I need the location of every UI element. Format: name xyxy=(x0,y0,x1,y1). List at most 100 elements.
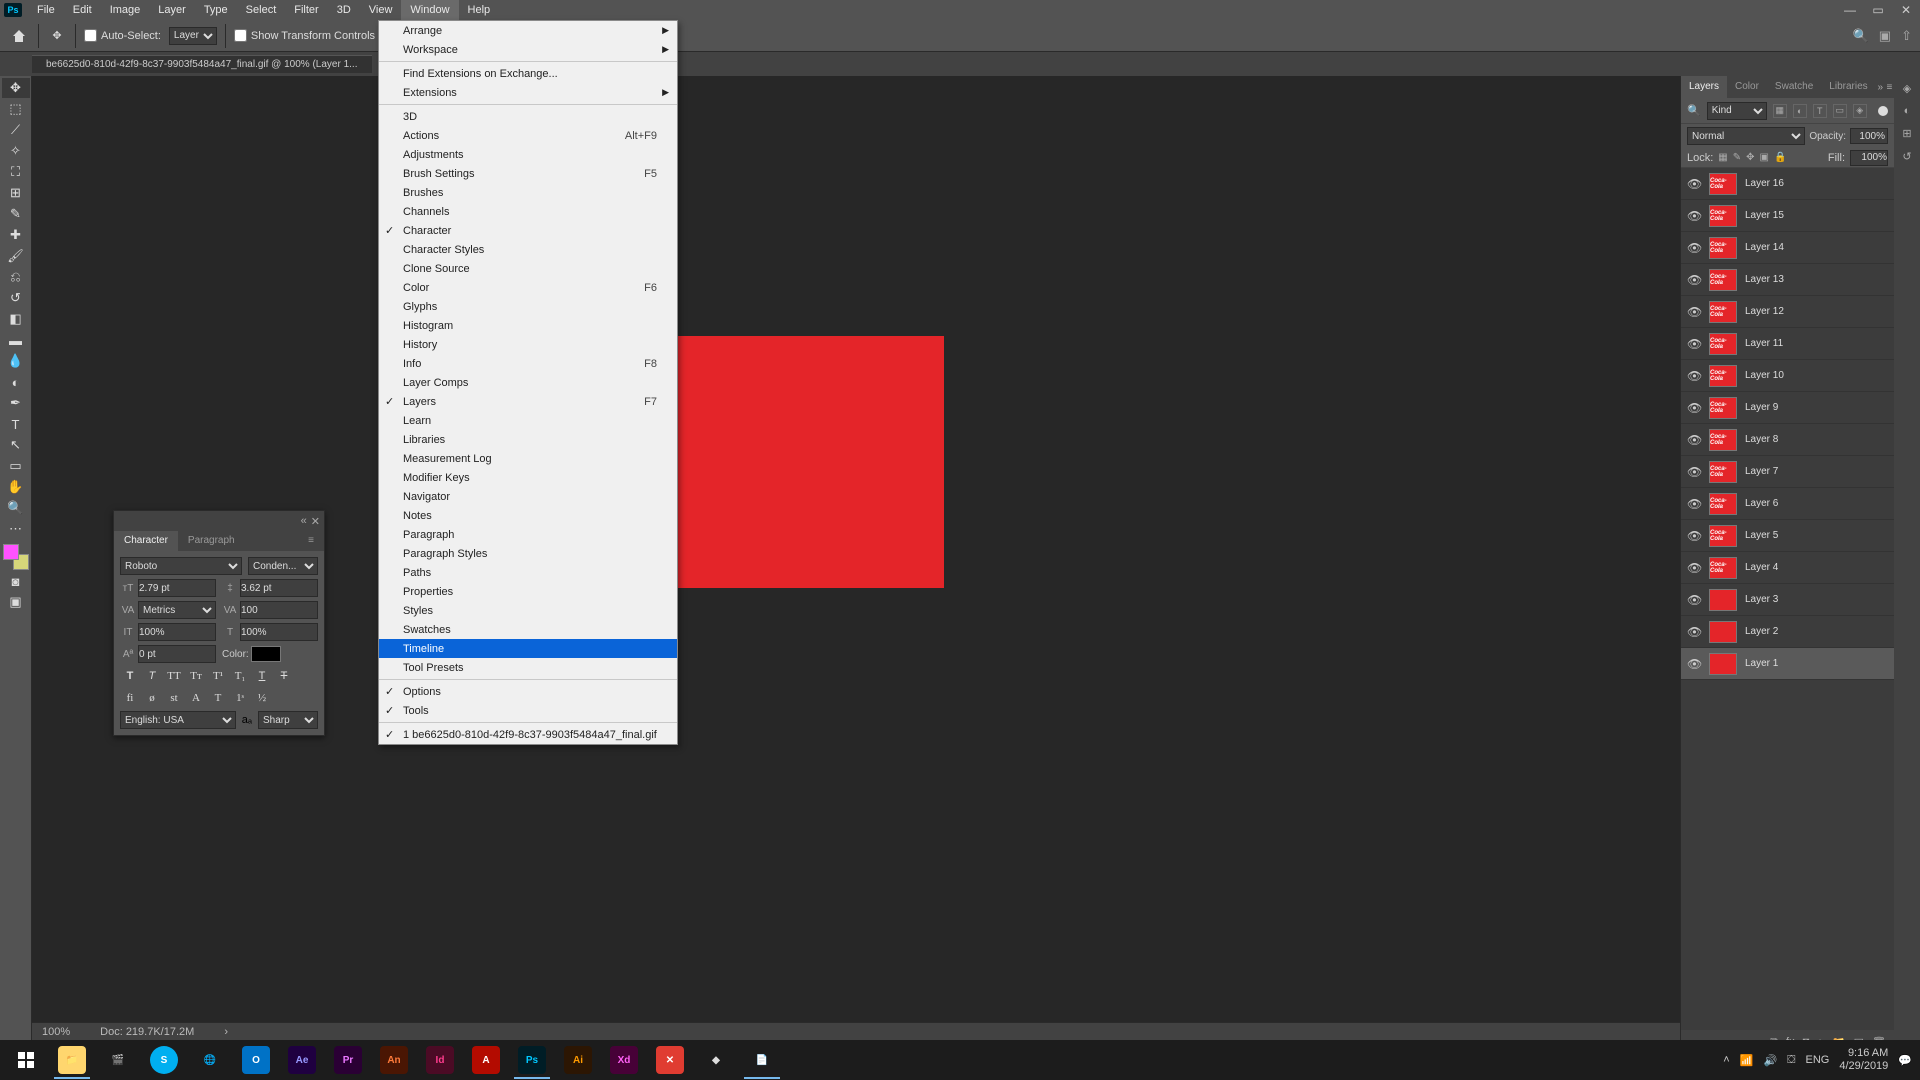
status-arrow-icon[interactable]: › xyxy=(224,1026,228,1038)
hand-tool[interactable]: ✋ xyxy=(2,477,30,497)
type-tool[interactable]: T xyxy=(2,414,30,434)
layer-row[interactable]: 👁Coca-ColaLayer 15 xyxy=(1681,200,1894,232)
path-tool[interactable]: ↖ xyxy=(2,435,30,455)
menu-edit[interactable]: Edit xyxy=(64,0,101,20)
visibility-icon[interactable]: 👁 xyxy=(1687,593,1701,607)
menu-item[interactable]: Find Extensions on Exchange... xyxy=(379,64,677,83)
tab-color[interactable]: Color xyxy=(1727,76,1767,98)
menu-3d[interactable]: 3D xyxy=(328,0,360,20)
leading[interactable] xyxy=(240,579,318,597)
search-icon[interactable]: 🔍 xyxy=(1853,28,1869,44)
lock-all-icon[interactable]: 🔒 xyxy=(1774,152,1786,163)
menu-item[interactable]: Layer Comps xyxy=(379,373,677,392)
layer-row[interactable]: 👁Coca-ColaLayer 5 xyxy=(1681,520,1894,552)
layer-row[interactable]: 👁Coca-ColaLayer 9 xyxy=(1681,392,1894,424)
font-size[interactable] xyxy=(138,579,216,597)
collapse-icon[interactable]: « xyxy=(301,515,307,527)
tab-paragraph[interactable]: Paragraph xyxy=(178,531,245,551)
auto-select-target[interactable]: Layer xyxy=(169,27,217,45)
ot-icon[interactable]: fi xyxy=(120,689,140,707)
lock-paint-icon[interactable]: ✎ xyxy=(1733,152,1741,163)
visibility-icon[interactable]: 👁 xyxy=(1687,209,1701,223)
antialias[interactable]: Sharp xyxy=(258,711,318,729)
visibility-icon[interactable]: 👁 xyxy=(1687,273,1701,287)
filter-toggle[interactable] xyxy=(1878,106,1888,116)
workspace-icon[interactable]: ▣ xyxy=(1879,28,1891,44)
baseline[interactable] xyxy=(138,645,216,663)
filter-adjust-icon[interactable]: ◐ xyxy=(1793,104,1807,118)
menu-item[interactable]: History xyxy=(379,335,677,354)
illustrator-icon[interactable]: Ai xyxy=(556,1041,600,1079)
visibility-icon[interactable]: 👁 xyxy=(1687,305,1701,319)
chrome-icon[interactable]: 🌐 xyxy=(188,1041,232,1079)
app-icon[interactable]: ◆ xyxy=(694,1041,738,1079)
filter-kind[interactable]: Kind xyxy=(1707,102,1767,120)
menu-item[interactable]: InfoF8 xyxy=(379,354,677,373)
superscript-button[interactable]: T¹ xyxy=(208,667,228,685)
underline-button[interactable]: T xyxy=(252,667,272,685)
layer-row[interactable]: 👁Coca-ColaLayer 16 xyxy=(1681,168,1894,200)
layer-row[interactable]: 👁Layer 1 xyxy=(1681,648,1894,680)
menu-item[interactable]: ✓LayersF7 xyxy=(379,392,677,411)
layer-row[interactable]: 👁Coca-ColaLayer 7 xyxy=(1681,456,1894,488)
layer-row[interactable]: 👁Coca-ColaLayer 11 xyxy=(1681,328,1894,360)
filter-shape-icon[interactable]: ▭ xyxy=(1833,104,1847,118)
menu-item[interactable]: Clone Source xyxy=(379,259,677,278)
allcaps-button[interactable]: TT xyxy=(164,667,184,685)
text-color[interactable] xyxy=(251,646,281,662)
visibility-icon[interactable]: 👁 xyxy=(1687,529,1701,543)
animate-icon[interactable]: An xyxy=(372,1041,416,1079)
ot-icon[interactable]: A xyxy=(186,689,206,707)
vscale[interactable] xyxy=(138,623,216,641)
magic-wand-tool[interactable]: ✧ xyxy=(2,141,30,161)
frame-tool[interactable]: ⊞ xyxy=(2,183,30,203)
clone-tool[interactable]: ⎌ xyxy=(2,267,30,287)
menu-window[interactable]: Window xyxy=(401,0,458,20)
menu-item[interactable]: Workspace▶ xyxy=(379,40,677,59)
menu-view[interactable]: View xyxy=(360,0,402,20)
rectangle-tool[interactable]: ▭ xyxy=(2,456,30,476)
menu-item[interactable]: Swatches xyxy=(379,620,677,639)
language[interactable]: English: USA xyxy=(120,711,236,729)
menu-type[interactable]: Type xyxy=(195,0,237,20)
show-transform-checkbox[interactable]: Show Transform Controls xyxy=(234,29,375,42)
language-indicator[interactable]: ENG xyxy=(1806,1054,1830,1066)
share-icon[interactable]: ⇧ xyxy=(1901,28,1912,44)
font-family[interactable]: Roboto xyxy=(120,557,242,575)
skype-icon[interactable]: S xyxy=(142,1041,186,1079)
visibility-icon[interactable]: 👁 xyxy=(1687,561,1701,575)
acrobat-icon[interactable]: A xyxy=(464,1041,508,1079)
lock-artboard-icon[interactable]: ▣ xyxy=(1760,152,1769,163)
layer-row[interactable]: 👁Coca-ColaLayer 14 xyxy=(1681,232,1894,264)
doc-info[interactable]: Doc: 219.7K/17.2M xyxy=(100,1026,194,1038)
menu-item[interactable]: ✓Tools xyxy=(379,701,677,720)
visibility-icon[interactable]: 👁 xyxy=(1687,497,1701,511)
menu-layer[interactable]: Layer xyxy=(149,0,195,20)
smallcaps-button[interactable]: Tᴛ xyxy=(186,667,206,685)
premiere-icon[interactable]: Pr xyxy=(326,1041,370,1079)
document-tab[interactable]: be6625d0-810d-42f9-8c37-9903f5484a47_fin… xyxy=(32,55,372,73)
dodge-tool[interactable]: ◐ xyxy=(2,372,30,392)
start-button[interactable] xyxy=(4,1041,48,1079)
fill-input[interactable] xyxy=(1850,150,1888,166)
styles-dock-icon[interactable]: ⊞ xyxy=(1902,127,1911,140)
visibility-icon[interactable]: 👁 xyxy=(1687,369,1701,383)
menu-item[interactable]: Libraries xyxy=(379,430,677,449)
tray-chevron-icon[interactable]: ˄ xyxy=(1723,1054,1729,1066)
aftereffects-icon[interactable]: Ae xyxy=(280,1041,324,1079)
menu-filter[interactable]: Filter xyxy=(285,0,327,20)
outlook-icon[interactable]: O xyxy=(234,1041,278,1079)
panel-menu-icon[interactable]: ≡ xyxy=(298,531,324,551)
adjustments-dock-icon[interactable]: ◐ xyxy=(1904,105,1911,117)
menu-item[interactable]: Properties xyxy=(379,582,677,601)
close-button[interactable]: ✕ xyxy=(1892,0,1920,20)
visibility-icon[interactable]: 👁 xyxy=(1687,401,1701,415)
history-dock-icon[interactable]: ↺ xyxy=(1902,150,1911,163)
layer-row[interactable]: 👁Layer 3 xyxy=(1681,584,1894,616)
layer-row[interactable]: 👁Coca-ColaLayer 8 xyxy=(1681,424,1894,456)
visibility-icon[interactable]: 👁 xyxy=(1687,657,1701,671)
blend-mode[interactable]: Normal xyxy=(1687,127,1805,145)
layer-row[interactable]: 👁Coca-ColaLayer 13 xyxy=(1681,264,1894,296)
marquee-tool[interactable]: ⬚ xyxy=(2,99,30,119)
font-style[interactable]: Conden... xyxy=(248,557,318,575)
